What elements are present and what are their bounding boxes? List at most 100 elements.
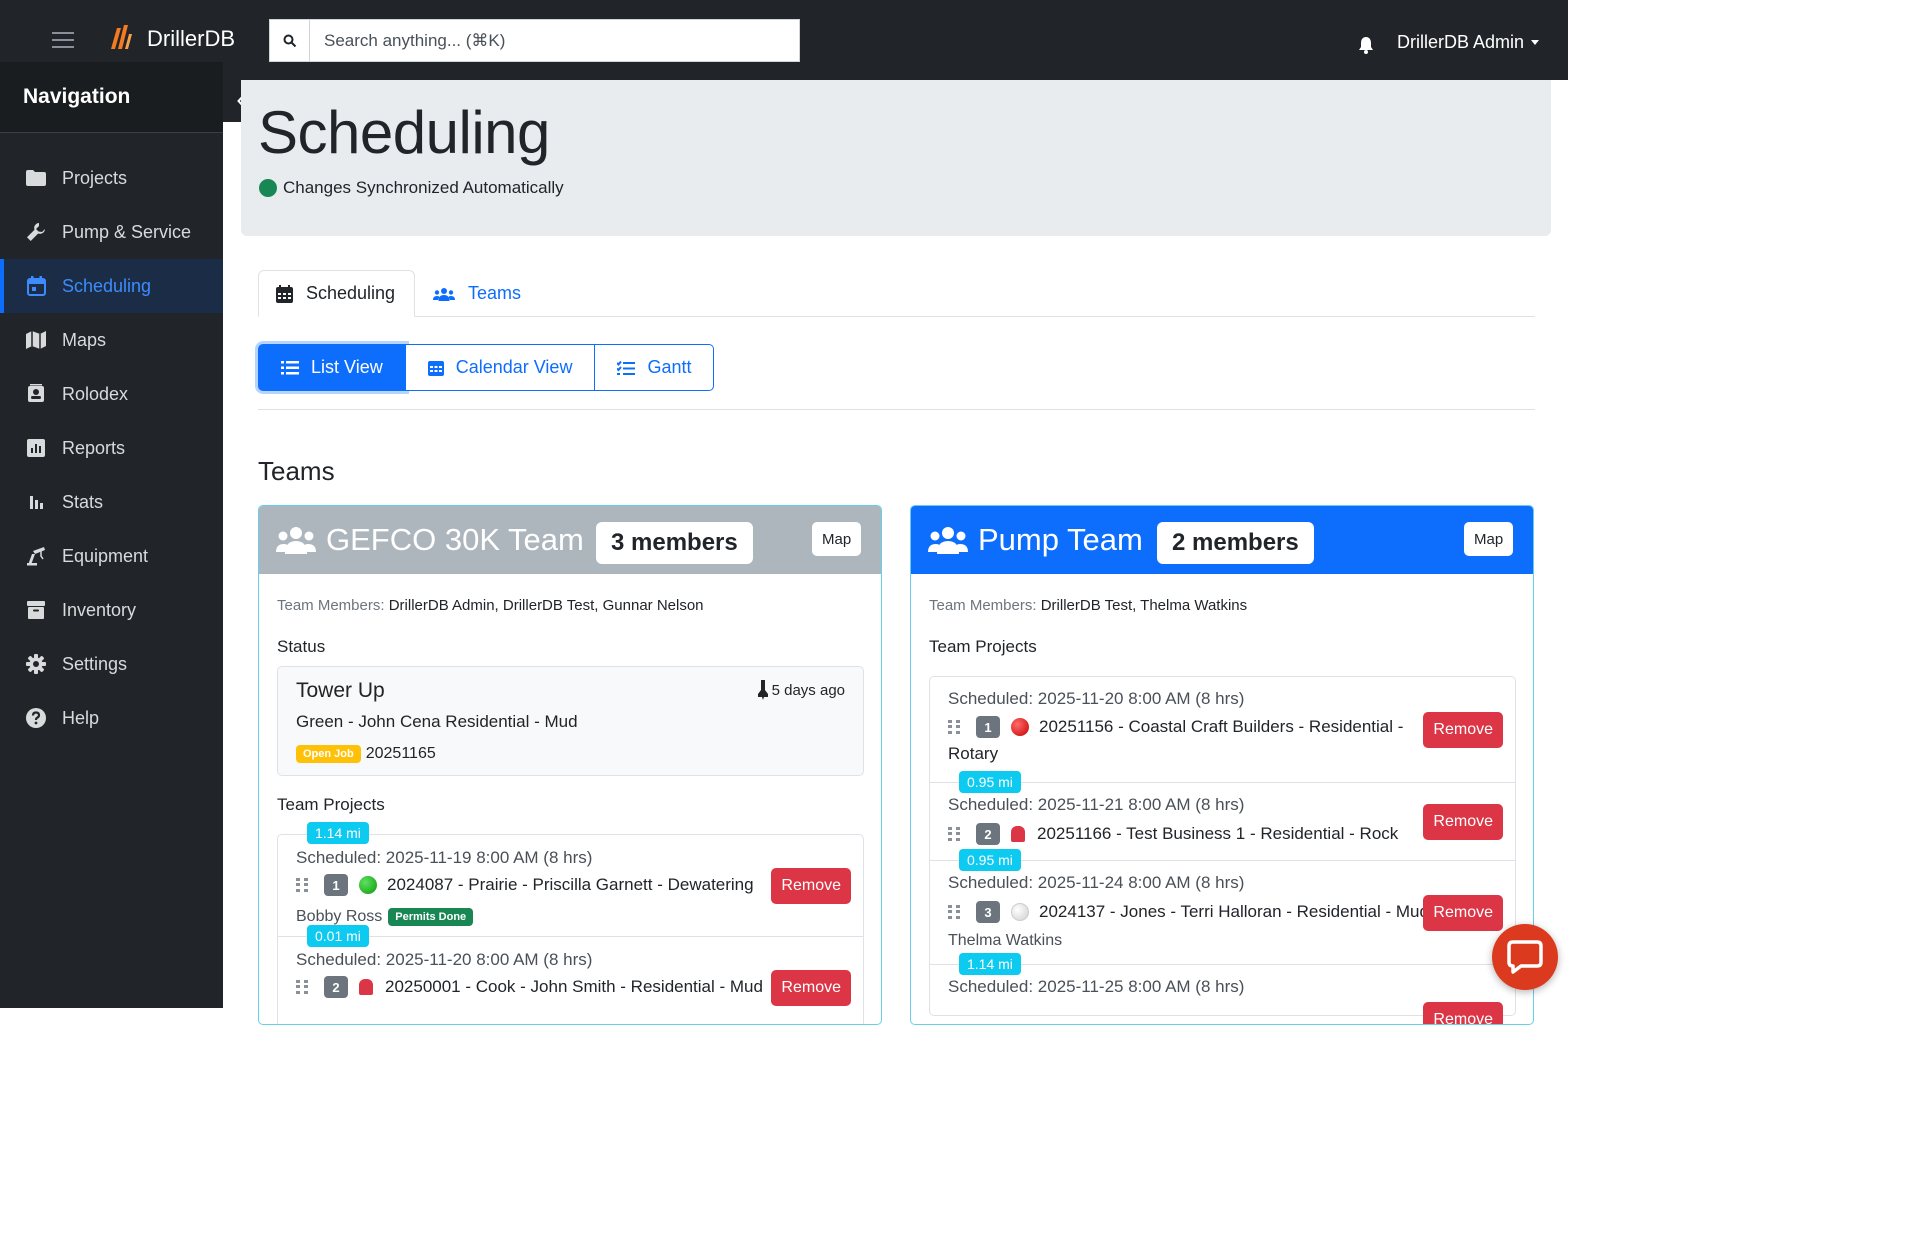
list-view-button[interactable]: List View <box>258 344 406 391</box>
wrench-icon <box>25 221 47 243</box>
project-title[interactable]: 2024087 - Prairie - Priscilla Garnett - … <box>387 875 754 895</box>
project-title[interactable]: 2024137 - Jones - Terri Halloran - Resid… <box>1039 902 1429 922</box>
drill-rig-icon <box>757 680 768 700</box>
sidebar-item-rolodex[interactable]: Rolodex <box>0 367 223 421</box>
assignee: Thelma Watkins <box>948 932 1063 949</box>
project-title[interactable]: 20251166 - Test Business 1 - Residential… <box>1037 824 1398 844</box>
sidebar-item-stats[interactable]: Stats <box>0 475 223 529</box>
permits-done-badge: Permits Done <box>388 908 474 926</box>
calendar-icon <box>427 359 444 376</box>
search-box[interactable] <box>269 19 800 62</box>
project-item[interactable]: Scheduled: 2025-11-19 8:00 AM (8 hrs) 1 … <box>278 835 863 937</box>
team-members: Team Members: DrillerDB Admin, DrillerDB… <box>277 597 704 614</box>
remove-button[interactable]: Remove <box>771 970 851 1006</box>
map-icon <box>25 329 47 351</box>
calendar-view-button[interactable]: Calendar View <box>405 344 596 391</box>
sidebar-item-scheduling[interactable]: Scheduling <box>0 259 223 313</box>
project-item[interactable]: Scheduled: 2025-11-20 8:00 AM (8 hrs) 2 … <box>278 937 863 1024</box>
chat-launcher-button[interactable] <box>1492 924 1558 990</box>
drag-handle-icon[interactable] <box>948 827 960 841</box>
team-name: Pump Team <box>978 522 1143 557</box>
drag-handle-icon[interactable] <box>296 878 308 892</box>
remove-button[interactable]: Remove <box>1423 895 1503 931</box>
drag-handle-icon[interactable] <box>948 905 960 919</box>
sidebar-item-help[interactable]: Help <box>0 691 223 745</box>
sidebar-item-maps[interactable]: Maps <box>0 313 223 367</box>
members-count-badge: 2 members <box>1157 522 1314 564</box>
drillerdb-logo-icon[interactable] <box>108 22 132 50</box>
status-heading: Status <box>277 637 326 656</box>
chat-bubble-icon <box>1507 940 1543 974</box>
chevron-down-icon <box>1531 40 1540 45</box>
folder-icon <box>25 167 47 189</box>
sidebar-item-pump-service[interactable]: Pump & Service <box>0 205 223 259</box>
project-item[interactable]: Scheduled: 2025-11-20 8:00 AM (8 hrs) 1 … <box>930 677 1515 783</box>
search-icon <box>270 20 310 61</box>
sidebar-title: Navigation <box>23 85 131 108</box>
sync-status: Changes Synchronized Automatically <box>259 178 564 198</box>
bell-icon[interactable] <box>1358 36 1374 54</box>
project-row: 3 2024137 - Jones - Terri Halloran - Res… <box>948 901 1429 923</box>
project-title-wrap: Rotary <box>948 744 999 763</box>
project-row: 1 2024087 - Prairie - Priscilla Garnett … <box>296 874 754 896</box>
team-projects-heading: Team Projects <box>929 637 1037 656</box>
status-red-dot-icon <box>1011 718 1029 736</box>
status-job[interactable]: Green - John Cena Residential - Mud <box>296 712 578 732</box>
remove-button[interactable]: Remove <box>1423 1002 1503 1024</box>
user-menu[interactable]: DrillerDB Admin <box>1397 32 1540 53</box>
sidebar-item-equipment[interactable]: Equipment <box>0 529 223 583</box>
gear-icon <box>25 653 47 675</box>
sync-status-text: Changes Synchronized Automatically <box>283 178 564 197</box>
sidebar-item-projects[interactable]: Projects <box>0 151 223 205</box>
open-job-badge: Open Job <box>296 745 361 763</box>
users-icon <box>928 527 968 554</box>
gantt-list-icon <box>617 360 636 375</box>
job-number: 20251165 <box>365 745 436 762</box>
distance-badge: 1.14 mi <box>959 953 1021 975</box>
calendar-icon <box>25 275 47 297</box>
tab-scheduling[interactable]: Scheduling <box>258 270 415 317</box>
calendar-icon <box>276 284 293 303</box>
status-green-dot-icon <box>359 876 377 894</box>
drag-handle-icon[interactable] <box>948 720 960 734</box>
contact-card-icon <box>25 383 47 405</box>
team-card-gefco: GEFCO 30K Team 3 members Map Team Member… <box>258 505 882 1025</box>
map-button[interactable]: Map <box>812 522 862 556</box>
user-name: DrillerDB Admin <box>1397 32 1525 52</box>
project-title[interactable]: 20251156 - Coastal Craft Builders - Resi… <box>1039 717 1403 737</box>
remove-button[interactable]: Remove <box>1423 712 1503 748</box>
page-header: Scheduling Changes Synchronized Automati… <box>241 80 1551 236</box>
map-button[interactable]: Map <box>1464 522 1514 556</box>
members-count-badge: 3 members <box>596 522 753 564</box>
users-icon <box>276 527 316 554</box>
distance-badge: 1.14 mi <box>307 822 369 844</box>
report-icon <box>25 437 47 459</box>
distance-badge: 0.95 mi <box>959 771 1021 793</box>
remove-button[interactable]: Remove <box>1423 804 1503 840</box>
order-badge: 3 <box>976 901 1000 923</box>
remove-button[interactable]: Remove <box>771 868 851 904</box>
bar-chart-icon <box>25 491 47 513</box>
sidebar-item-reports[interactable]: Reports <box>0 421 223 475</box>
hamburger-menu-icon[interactable] <box>52 32 74 48</box>
sidebar-item-inventory[interactable]: Inventory <box>0 583 223 637</box>
section-title-teams: Teams <box>258 456 335 486</box>
project-row: 2 20251166 - Test Business 1 - Residenti… <box>948 823 1398 845</box>
distance-badge: 0.01 mi <box>307 925 369 947</box>
drag-handle-icon[interactable] <box>296 980 308 994</box>
project-title[interactable]: 20250001 - Cook - John Smith - Residenti… <box>385 977 763 997</box>
search-input[interactable] <box>311 20 799 61</box>
sidebar-item-settings[interactable]: Settings <box>0 637 223 691</box>
users-icon <box>433 287 455 301</box>
tab-teams[interactable]: Teams <box>433 270 521 317</box>
gantt-view-button[interactable]: Gantt <box>595 344 715 391</box>
status-card[interactable]: Tower Up 5 days ago Green - John Cena Re… <box>277 666 864 776</box>
project-item[interactable]: Scheduled: 2025-11-24 8:00 AM (8 hrs) 3 … <box>930 861 1515 965</box>
brand-name[interactable]: DrillerDB <box>147 26 235 52</box>
team-card-header: Pump Team 2 members Map <box>911 506 1533 574</box>
scheduled-time: Scheduled: 2025-11-24 8:00 AM (8 hrs) <box>948 873 1245 892</box>
team-members: Team Members: DrillerDB Test, Thelma Wat… <box>929 597 1248 614</box>
status-footer: Open Job 20251165 <box>296 745 436 763</box>
help-icon <box>25 707 47 729</box>
order-badge: 1 <box>976 716 1000 738</box>
